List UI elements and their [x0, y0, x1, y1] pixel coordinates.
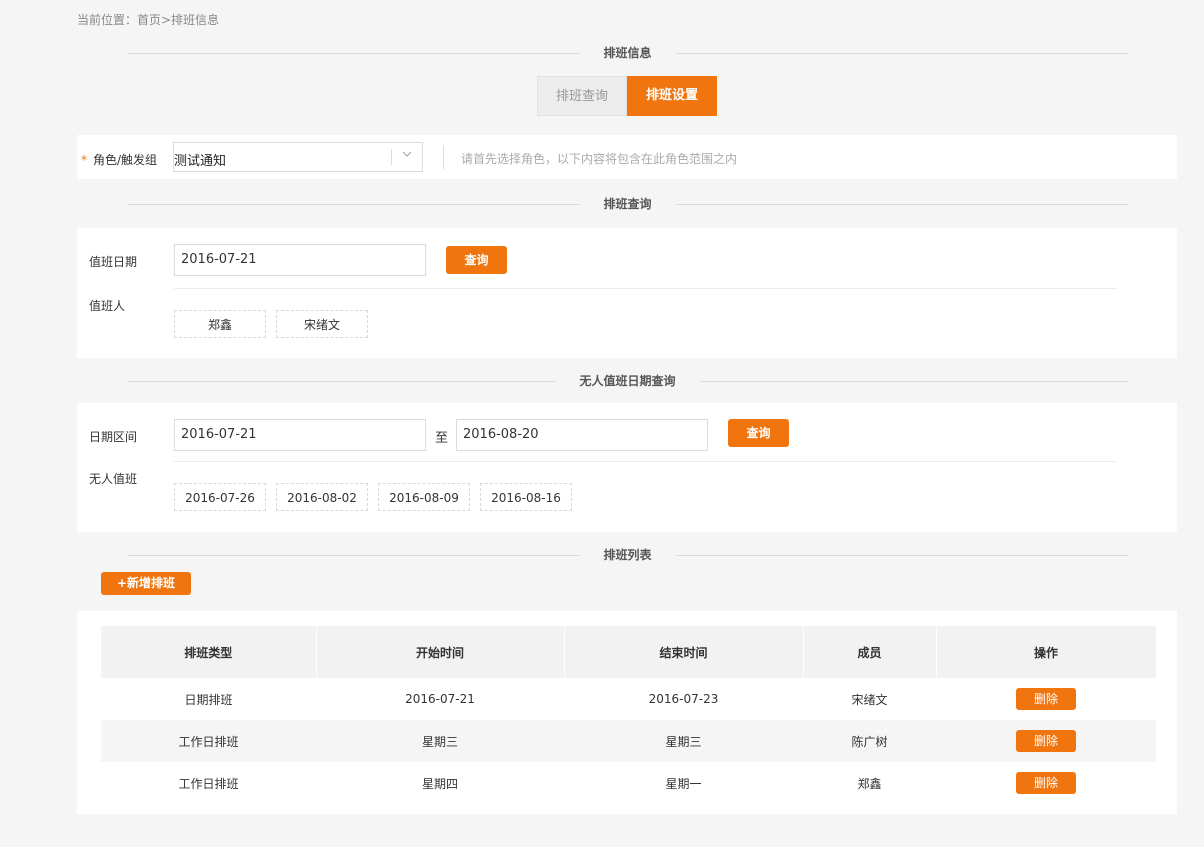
- divider: [174, 288, 1117, 289]
- column-header-start: 开始时间: [316, 626, 565, 678]
- cell-action: 删除: [936, 762, 1156, 804]
- column-header-type: 排班类型: [101, 626, 317, 678]
- section-title-info-text: 排班信息: [579, 44, 676, 61]
- role-hint: 请首先选择角色，以下内容将包含在此角色范围之内: [461, 152, 738, 166]
- column-header-action: 操作: [936, 626, 1157, 678]
- section-title-query: 排班查询: [127, 194, 1128, 214]
- section-title-list: 排班列表: [127, 545, 1128, 565]
- section-title-no-duty-text: 无人值班日期查询: [555, 372, 700, 389]
- section-title-list-text: 排班列表: [579, 546, 676, 563]
- tab-schedule-query[interactable]: 排班查询: [537, 76, 627, 116]
- cell-end: 星期一: [564, 762, 803, 804]
- cell-member: 郑鑫: [803, 762, 936, 804]
- duty-person-tag: 郑鑫: [174, 310, 266, 338]
- table-row: 日期排班 2016-07-21 2016-07-23 宋绪文 删除: [101, 678, 1156, 720]
- select-separator: [391, 149, 392, 165]
- section-title-no-duty: 无人值班日期查询: [127, 371, 1128, 391]
- vertical-separator: [443, 145, 444, 169]
- to-label: 至: [435, 431, 449, 446]
- add-schedule-button[interactable]: +新增排班: [101, 572, 191, 595]
- table-row: 工作日排班 星期三 星期三 陈广树 删除: [101, 720, 1156, 762]
- date-range-label: 日期区间: [89, 430, 138, 444]
- schedule-list-panel: 排班类型 开始时间 结束时间 成员 操作 日期排班 2016-07-21 201…: [77, 611, 1177, 814]
- cell-type: 工作日排班: [101, 762, 316, 804]
- cell-action: 删除: [936, 678, 1156, 720]
- cell-action: 删除: [936, 720, 1156, 762]
- delete-button[interactable]: 删除: [1016, 688, 1076, 710]
- role-label-text: 角色/触发组: [93, 153, 158, 167]
- no-duty-panel: 日期区间 2016-07-21 至 2016-08-20 查询 无人值班 201…: [77, 403, 1177, 532]
- delete-button[interactable]: 删除: [1016, 730, 1076, 752]
- no-duty-date-tag: 2016-08-09: [378, 483, 470, 511]
- table-row: 工作日排班 星期四 星期一 郑鑫 删除: [101, 762, 1156, 804]
- tab-schedule-settings[interactable]: 排班设置: [627, 76, 717, 116]
- table-header-row: 排班类型 开始时间 结束时间 成员 操作: [101, 626, 1157, 678]
- column-header-end: 结束时间: [564, 626, 804, 678]
- column-header-member: 成员: [803, 626, 937, 678]
- end-date-input[interactable]: 2016-08-20: [456, 419, 708, 451]
- start-date-input[interactable]: 2016-07-21: [174, 419, 426, 451]
- role-label: * 角色/触发组: [81, 151, 157, 168]
- no-duty-date-tag: 2016-08-16: [480, 483, 572, 511]
- no-duty-result-label: 无人值班: [89, 472, 138, 486]
- duty-person-label: 值班人: [89, 299, 126, 313]
- duty-date-label: 值班日期: [89, 255, 138, 269]
- cell-end: 2016-07-23: [564, 678, 803, 720]
- chevron-down-icon[interactable]: [401, 148, 413, 160]
- role-select[interactable]: 测试通知: [173, 142, 423, 172]
- cell-member: 陈广树: [803, 720, 936, 762]
- delete-button[interactable]: 删除: [1016, 772, 1076, 794]
- no-duty-query-button[interactable]: 查询: [728, 419, 789, 447]
- no-duty-date-tag: 2016-08-02: [276, 483, 368, 511]
- cell-member: 宋绪文: [803, 678, 936, 720]
- cell-start: 2016-07-21: [316, 678, 564, 720]
- cell-type: 日期排班: [101, 678, 316, 720]
- section-title-query-text: 排班查询: [579, 195, 676, 212]
- divider: [174, 461, 1117, 462]
- cell-end: 星期三: [564, 720, 803, 762]
- no-duty-date-tag: 2016-07-26: [174, 483, 266, 511]
- duty-date-input[interactable]: 2016-07-21: [174, 244, 426, 276]
- duty-person-tag: 宋绪文: [276, 310, 368, 338]
- duty-query-panel: 值班日期 2016-07-21 查询 值班人 郑鑫 宋绪文: [77, 228, 1177, 358]
- schedule-table: 排班类型 开始时间 结束时间 成员 操作 日期排班 2016-07-21 201…: [101, 626, 1157, 804]
- cell-start: 星期四: [316, 762, 564, 804]
- role-panel: * 角色/触发组 测试通知 请首先选择角色，以下内容将包含在此角色范围之内: [77, 135, 1177, 179]
- role-select-value: 测试通知: [174, 154, 227, 169]
- tab-bar: 排班查询 排班设置: [537, 76, 717, 116]
- required-mark: *: [81, 153, 87, 167]
- breadcrumb: 当前位置：首页>排班信息: [77, 13, 220, 27]
- cell-start: 星期三: [316, 720, 564, 762]
- cell-type: 工作日排班: [101, 720, 316, 762]
- section-title-info: 排班信息: [127, 43, 1128, 63]
- duty-query-button[interactable]: 查询: [446, 246, 507, 274]
